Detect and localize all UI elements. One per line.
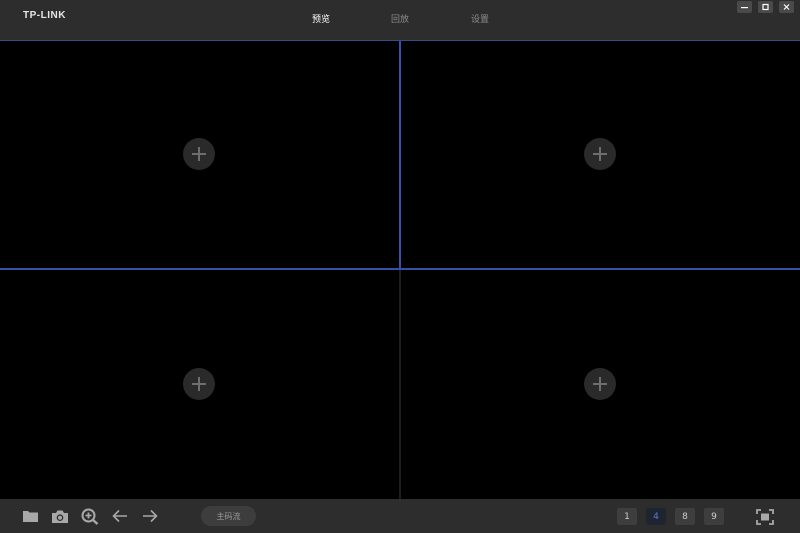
grid-divider-horizontal bbox=[0, 268, 800, 270]
video-cell-4[interactable] bbox=[401, 270, 800, 499]
close-button[interactable] bbox=[779, 1, 794, 13]
layout-9-button[interactable]: 9 bbox=[704, 508, 724, 525]
folder-icon bbox=[22, 511, 38, 522]
grid-divider-vertical-lower bbox=[399, 270, 401, 499]
add-camera-icon bbox=[192, 147, 206, 161]
brand-logo: TP-LINK bbox=[23, 10, 66, 21]
next-button[interactable] bbox=[141, 508, 159, 524]
add-camera-button[interactable] bbox=[584, 368, 616, 400]
close-icon bbox=[783, 4, 790, 10]
open-folder-button[interactable] bbox=[21, 508, 39, 524]
minimize-button[interactable] bbox=[737, 1, 752, 13]
fullscreen-button[interactable] bbox=[756, 508, 774, 525]
add-camera-icon bbox=[192, 377, 206, 391]
zoom-in-button[interactable] bbox=[81, 508, 99, 525]
layout-1-button[interactable]: 1 bbox=[617, 508, 637, 525]
add-camera-icon bbox=[593, 377, 607, 391]
layout-8-button[interactable]: 8 bbox=[675, 508, 695, 525]
tab-playback[interactable]: 回放 bbox=[391, 12, 409, 25]
video-cell-2[interactable] bbox=[401, 41, 800, 268]
add-camera-button[interactable] bbox=[183, 138, 215, 170]
grid-divider-vertical bbox=[399, 41, 401, 269]
previous-button[interactable] bbox=[111, 508, 129, 524]
camera-icon bbox=[52, 510, 68, 523]
zoom-in-icon bbox=[81, 508, 99, 525]
tab-settings[interactable]: 设置 bbox=[471, 12, 489, 25]
main-stream-button[interactable]: 主码流 bbox=[201, 506, 256, 526]
minimize-icon bbox=[741, 7, 748, 9]
tab-preview[interactable]: 预览 bbox=[312, 12, 330, 25]
title-bar: TP-LINK 预览 回放 设置 bbox=[0, 0, 800, 40]
layout-4-button[interactable]: 4 bbox=[646, 508, 666, 525]
arrow-left-icon bbox=[112, 509, 127, 523]
video-cell-1[interactable] bbox=[0, 41, 399, 268]
add-camera-button[interactable] bbox=[584, 138, 616, 170]
bottom-toolbar: 主码流 1 4 8 9 bbox=[0, 499, 800, 533]
fullscreen-icon bbox=[756, 508, 774, 525]
arrow-right-icon bbox=[143, 509, 158, 523]
add-camera-button[interactable] bbox=[183, 368, 215, 400]
restore-icon bbox=[762, 3, 769, 11]
add-camera-icon bbox=[593, 147, 607, 161]
video-cell-3[interactable] bbox=[0, 270, 399, 499]
snapshot-button[interactable] bbox=[51, 508, 69, 524]
restore-button[interactable] bbox=[758, 1, 773, 13]
